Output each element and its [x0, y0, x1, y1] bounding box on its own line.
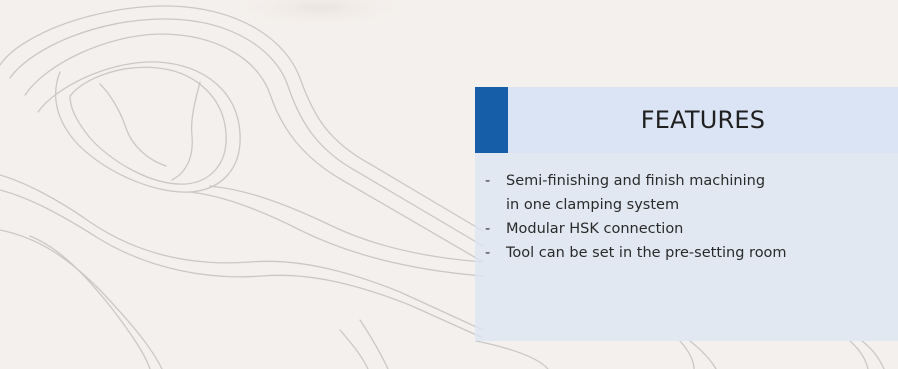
- feature-line: Semi-finishing and finish machining: [506, 173, 766, 189]
- features-list: - Semi-finishing and finish machining in…: [482, 169, 882, 265]
- features-panel: FEATURES - Semi-finishing and finish mac…: [475, 87, 898, 341]
- bullet-dash: -: [485, 173, 491, 189]
- bullet-dash: -: [485, 221, 491, 237]
- feature-item-presetting: - Tool can be set in the pre-setting roo…: [482, 241, 882, 265]
- bullet-dash: -: [485, 245, 491, 261]
- feature-item-hsk-connection: - Modular HSK connection: [482, 217, 882, 241]
- features-title: FEATURES: [640, 106, 766, 134]
- feature-line: Tool can be set in the pre-setting room: [506, 245, 787, 261]
- feature-line: Modular HSK connection: [506, 221, 684, 237]
- feature-item-semi-finishing: - Semi-finishing and finish machining in…: [482, 169, 882, 217]
- accent-bar: [475, 87, 508, 153]
- features-header: FEATURES: [475, 87, 898, 153]
- feature-line: in one clamping system: [506, 197, 680, 213]
